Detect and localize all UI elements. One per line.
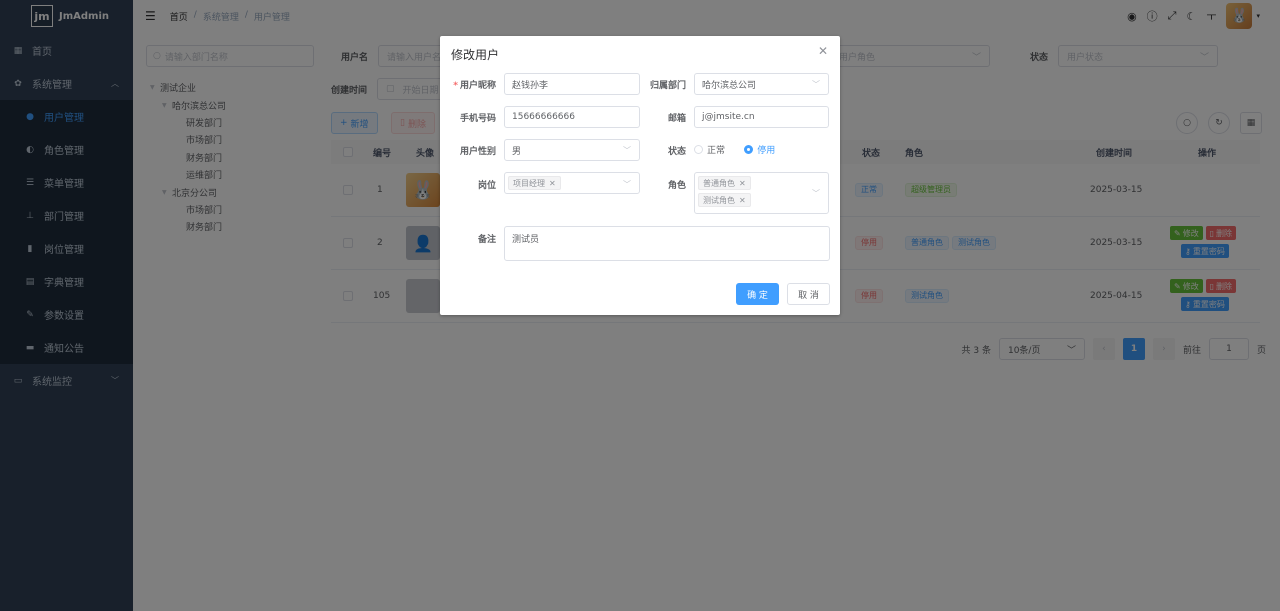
status-normal-radio[interactable]: 正常 <box>694 143 725 156</box>
confirm-button[interactable]: 确 定 <box>736 283 779 305</box>
post-label: 岗位 <box>477 181 496 191</box>
radio-label: 停用 <box>757 146 776 156</box>
radio-dot <box>694 145 703 154</box>
role-label: 角色 <box>667 181 686 191</box>
edit-user-dialog: 修改用户 ✕ * 用户昵称 赵钱孙李 归属部门 哈尔滨总公司 ﹀ 手机号码 1566… <box>440 36 840 315</box>
dept-select[interactable]: 哈尔滨总公司 ﹀ <box>694 73 829 95</box>
gender-value: 男 <box>512 146 522 157</box>
dept-value: 哈尔滨总公司 <box>702 80 757 91</box>
remark-textarea[interactable]: 测试员 <box>504 226 830 261</box>
chevron-down-icon: ﹀ <box>812 79 820 89</box>
dialog-title: 修改用户 <box>451 48 500 62</box>
required-marker: * <box>453 81 458 91</box>
status-label: 状态 <box>667 147 686 157</box>
role-select[interactable]: 普通角色 ✕ 测试角色 ✕ ﹀ <box>694 172 829 214</box>
chip-label: 项目经理 <box>513 178 545 188</box>
close-icon[interactable]: ✕ <box>549 179 556 188</box>
post-chip: 项目经理 ✕ <box>508 176 561 190</box>
remark-label: 备注 <box>477 235 496 245</box>
radio-label: 正常 <box>707 146 726 156</box>
chip-label: 测试角色 <box>703 195 735 205</box>
email-label: 邮箱 <box>667 114 686 124</box>
close-icon[interactable]: ✕ <box>818 44 828 58</box>
role-chip: 普通角色 ✕ <box>698 176 751 190</box>
phone-label: 手机号码 <box>459 114 496 124</box>
nickname-label: * 用户昵称 <box>416 78 496 91</box>
gender-label: 用户性别 <box>459 147 496 157</box>
nickname-label-text: 用户昵称 <box>459 81 496 91</box>
dept-label: 归属部门 <box>649 81 686 91</box>
status-radio-group: 正常 停用 <box>694 143 791 157</box>
role-chip: 测试角色 ✕ <box>698 193 751 207</box>
close-icon[interactable]: ✕ <box>739 179 746 188</box>
chevron-down-icon: ﹀ <box>812 189 820 198</box>
radio-dot <box>744 145 754 154</box>
email-input[interactable]: j@jmsite.cn <box>694 106 829 128</box>
cancel-button[interactable]: 取 消 <box>787 283 830 305</box>
close-icon[interactable]: ✕ <box>739 196 746 205</box>
chip-label: 普通角色 <box>703 178 735 188</box>
status-disabled-radio[interactable]: 停用 <box>744 143 775 156</box>
